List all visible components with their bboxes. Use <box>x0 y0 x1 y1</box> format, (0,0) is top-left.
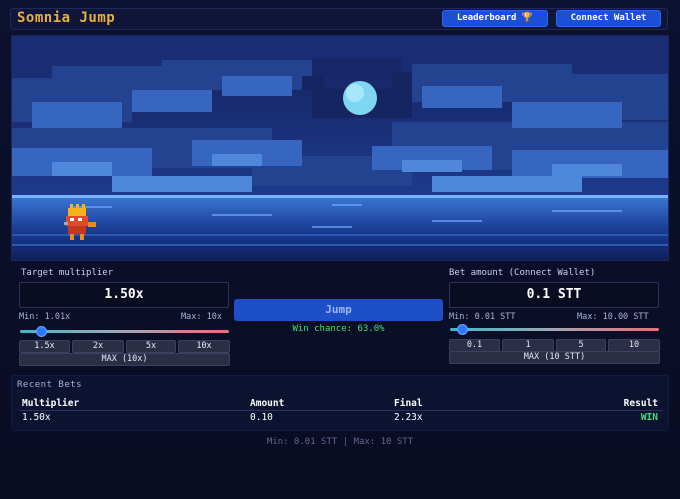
target-multiplier-label: Target multiplier <box>21 268 114 278</box>
column-header-final: Final <box>394 398 423 409</box>
jump-button[interactable]: Jump <box>234 299 443 321</box>
bet-amount-label: Bet amount (Connect Wallet) <box>449 268 596 278</box>
target-multiplier-input[interactable]: 1.50x <box>19 282 229 308</box>
target-preset-2x[interactable]: 2x <box>72 340 124 353</box>
row-amount: 0.10 <box>250 412 273 423</box>
recent-bets-title: Recent Bets <box>17 380 83 390</box>
target-preset-10x[interactable]: 10x <box>178 340 230 353</box>
bet-amount-input[interactable]: 0.1 STT <box>449 282 659 308</box>
target-max-label: Max: 10x <box>181 312 222 322</box>
row-result-badge: WIN <box>640 412 658 423</box>
column-header-result: Result <box>623 398 658 409</box>
recent-bets-panel: Recent Bets Multiplier Amount Final Resu… <box>11 375 669 431</box>
footer-limits: Min: 0.01 STT | Max: 10 STT <box>266 437 414 447</box>
game-title: Somnia Jump <box>17 10 116 26</box>
target-max-button[interactable]: MAX (10x) <box>19 353 230 366</box>
bet-amount-slider[interactable] <box>450 328 659 331</box>
connect-wallet-button[interactable]: Connect Wallet <box>556 10 661 27</box>
bet-max-button[interactable]: MAX (10 STT) <box>449 351 660 364</box>
bet-min-label: Min: 0.01 STT <box>449 312 516 322</box>
target-preset-5x[interactable]: 5x <box>126 340 176 353</box>
row-multiplier: 1.50x <box>22 412 51 423</box>
night-sky-background <box>12 36 668 260</box>
target-multiplier-slider[interactable] <box>20 330 229 333</box>
table-divider <box>19 410 663 411</box>
column-header-amount: Amount <box>250 398 285 409</box>
game-scene <box>11 35 669 261</box>
column-header-multiplier: Multiplier <box>22 398 80 409</box>
leaderboard-button[interactable]: Leaderboard 🏆 <box>442 10 548 27</box>
bet-slider-knob[interactable] <box>457 324 469 335</box>
target-preset-1-5x[interactable]: 1.5x <box>19 340 70 353</box>
row-final: 2.23x <box>394 412 423 423</box>
target-min-label: Min: 1.01x <box>19 312 71 322</box>
target-slider-knob[interactable] <box>36 326 48 337</box>
top-bar: Somnia Jump Leaderboard 🏆 Connect Wallet <box>10 8 668 30</box>
bet-max-label: Max: 10.00 STT <box>577 312 649 322</box>
win-chance-text: Win chance: 63.0% <box>292 324 385 334</box>
